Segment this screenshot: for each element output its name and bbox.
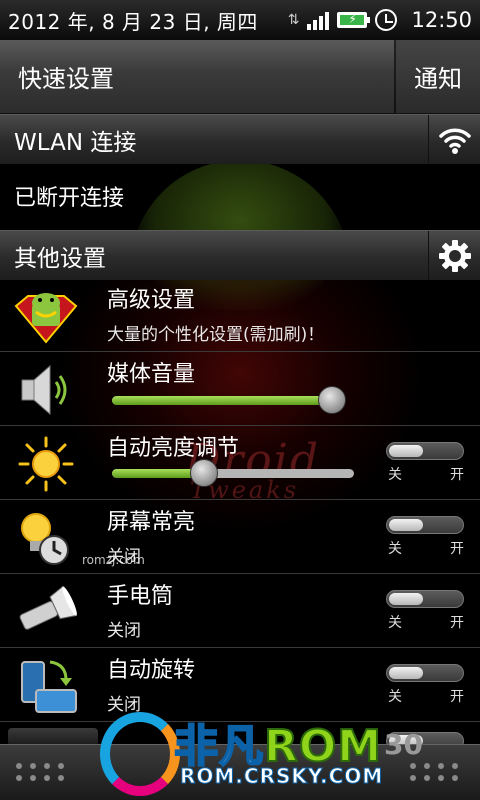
screen-always-on-toggle[interactable]: [386, 516, 464, 534]
row-title: 手电筒: [107, 584, 174, 609]
rotate-icon: [14, 656, 78, 714]
wlan-section-header[interactable]: WLAN 连接: [0, 114, 480, 164]
toggle-on-label: 开: [450, 541, 464, 557]
slider-fill: [112, 396, 333, 405]
flashlight-icon: [14, 582, 78, 640]
wlan-status-row[interactable]: 已断开连接: [0, 170, 480, 222]
row-subtitle: 大量的个性化设置(需加刷)！: [107, 325, 325, 345]
watermark-site-text: romzj.com: [82, 553, 145, 567]
auto-brightness-row: 自动亮度调节 关 开: [0, 426, 480, 500]
battery-charging-icon: ⚡: [337, 12, 371, 28]
auto-brightness-toggle[interactable]: [386, 442, 464, 460]
row-title: 屏幕常亮: [107, 510, 196, 535]
toggle-off-label: 关: [388, 467, 402, 483]
alarm-clock-icon: [375, 9, 398, 31]
wifi-icon[interactable]: [428, 115, 480, 164]
other-settings-title: 其他设置: [14, 245, 106, 272]
toggle-on-label: 开: [450, 467, 464, 483]
wlan-title: WLAN 连接: [14, 129, 137, 156]
slider-thumb[interactable]: [318, 386, 347, 414]
toggle-off-label: 关: [388, 615, 402, 631]
toggle-off-label: 关: [388, 689, 402, 705]
row-title: 自动亮度调节: [107, 436, 240, 461]
flashlight-toggle[interactable]: [386, 590, 464, 608]
wlan-status-text: 已断开连接: [14, 186, 125, 211]
data-transfer-icon: ⇅: [287, 12, 300, 28]
speaker-icon: [14, 360, 78, 418]
auto-rotate-toggle[interactable]: [386, 664, 464, 682]
bulb-clock-icon: [14, 508, 78, 566]
signal-icon: [307, 10, 330, 30]
row-title: 媒体音量: [107, 362, 196, 387]
other-settings-header[interactable]: 其他设置: [0, 230, 480, 280]
media-volume-slider[interactable]: [112, 386, 347, 414]
logo-url: ROM.CRSKY.COM: [179, 764, 384, 789]
tab-notifications[interactable]: 通知: [396, 40, 480, 113]
row-subtitle: 关闭: [107, 621, 141, 641]
media-volume-row: 媒体音量: [0, 352, 480, 426]
status-time: 12:50: [411, 8, 472, 32]
screen-always-on-row[interactable]: 屏幕常亮 关闭 romzj.com 关 开: [0, 500, 480, 574]
gear-icon[interactable]: [428, 231, 480, 280]
row-title: 自动旋转: [107, 658, 196, 683]
logo-ring-icon: [100, 712, 180, 796]
android-superman-icon: [14, 286, 78, 344]
brightness-slider[interactable]: [112, 459, 354, 487]
slider-thumb[interactable]: [189, 459, 218, 487]
flashlight-row[interactable]: 手电筒 关闭 关 开: [0, 574, 480, 648]
logo-badge: 30: [384, 728, 423, 761]
status-date: 2012 年, 8 月 23 日, 周四: [8, 9, 258, 34]
sun-icon: [14, 434, 78, 492]
tab-quick-settings[interactable]: 快速设置: [0, 40, 394, 113]
status-icons: ⇅ ⚡ 12:50: [288, 8, 472, 32]
toggle-on-label: 开: [450, 615, 464, 631]
row-title: 高级设置: [107, 288, 196, 313]
toggle-on-label: 开: [450, 689, 464, 705]
toggle-off-label: 关: [388, 541, 402, 557]
status-bar: 2012 年, 8 月 23 日, 周四 ⇅ ⚡ 12:50: [0, 0, 480, 40]
panel-tab-bar: 快速设置 通知: [0, 40, 480, 114]
grip-dots-left-icon: [16, 763, 66, 781]
watermark-logo: 非凡ROM ROM.CRSKY.COM 30: [100, 708, 430, 800]
advanced-settings-row[interactable]: 高级设置 大量的个性化设置(需加刷)！: [0, 278, 480, 352]
